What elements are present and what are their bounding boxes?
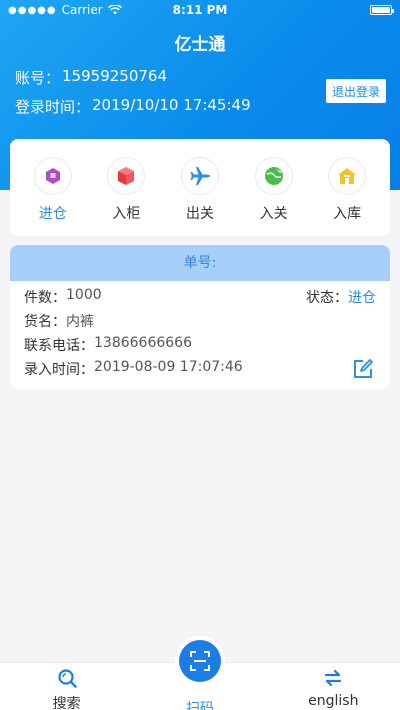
account-value: 15959250764 bbox=[62, 67, 167, 85]
scan-button[interactable] bbox=[179, 640, 221, 682]
login-time-label: 登录时间： bbox=[15, 98, 91, 116]
airplane-icon bbox=[190, 167, 210, 185]
order-goods-row: 货名： 内裤 bbox=[24, 311, 94, 331]
carrier-label: Carrier bbox=[61, 3, 103, 17]
entry-time-label: 录入时间： bbox=[24, 362, 94, 378]
tab-language-label: english bbox=[308, 693, 359, 709]
scan-icon bbox=[190, 651, 210, 671]
goods-label: 货名： bbox=[24, 314, 66, 330]
warehouse-in-icon bbox=[45, 168, 60, 184]
menu-label: 进仓 bbox=[38, 206, 67, 222]
account-line: 账号： 15959250764 bbox=[15, 67, 167, 88]
tab-search[interactable]: 搜索 bbox=[0, 663, 133, 710]
status-value: 进仓 bbox=[348, 290, 376, 306]
count-label: 件数： bbox=[24, 290, 66, 306]
tab-icon-wrap bbox=[57, 668, 77, 688]
order-count-row: 件数： 1000 bbox=[24, 287, 102, 307]
order-status: 状态： 进仓 bbox=[306, 287, 376, 307]
menu-item-export[interactable]: 出关 bbox=[167, 139, 233, 236]
icon-ring bbox=[33, 157, 72, 195]
search-icon bbox=[58, 669, 77, 688]
order-entry-row: 录入时间： 2019-08-09 17:07:46 bbox=[24, 359, 243, 379]
order-number-header: 单号: bbox=[10, 245, 390, 281]
count-value: 1000 bbox=[66, 287, 102, 303]
house-icon bbox=[338, 168, 357, 184]
icon-ring bbox=[180, 157, 219, 195]
order-phone-row: 联系电话： 13866666666 bbox=[24, 335, 192, 355]
menu-label: 入柜 bbox=[112, 206, 141, 222]
status-bar: ●●●●● Carrier 8:11 PM bbox=[0, 0, 400, 20]
order-card[interactable]: 单号: 件数： 1000 状态： 进仓 货名： 内裤 联系电话： 1386666… bbox=[10, 245, 390, 389]
tab-search-label: 搜索 bbox=[52, 696, 81, 710]
phone-value: 13866666666 bbox=[94, 335, 192, 351]
menu-card: 进仓 入柜 出关 入关 入库 bbox=[10, 139, 390, 236]
wifi-icon bbox=[107, 5, 122, 15]
phone-label: 联系电话： bbox=[24, 338, 94, 354]
status-label: 状态： bbox=[306, 290, 348, 306]
logout-button[interactable]: 退出登录 bbox=[325, 79, 386, 103]
swap-icon bbox=[325, 669, 342, 687]
goods-value: 内裤 bbox=[66, 314, 94, 330]
entry-time-value: 2019-08-09 17:07:46 bbox=[94, 359, 243, 375]
menu-item-import[interactable]: 入关 bbox=[241, 139, 307, 236]
menu-item-storage[interactable]: 入库 bbox=[314, 139, 380, 236]
tab-language[interactable]: english bbox=[267, 663, 400, 710]
icon-ring bbox=[107, 157, 146, 195]
signal-icon: ●●●●● bbox=[8, 4, 57, 16]
edit-icon[interactable] bbox=[352, 358, 374, 380]
icon-ring bbox=[254, 157, 293, 195]
icon-ring bbox=[328, 157, 367, 195]
menu-label: 入库 bbox=[333, 206, 362, 222]
menu-label: 入关 bbox=[259, 206, 288, 222]
login-time-value: 2019/10/10 17:45:49 bbox=[92, 96, 251, 114]
menu-item-warehouse-in[interactable]: 进仓 bbox=[20, 139, 86, 236]
tab-scan-label: 扫码 bbox=[185, 701, 214, 710]
menu-label: 出关 bbox=[185, 206, 214, 222]
page-title: 亿士通 bbox=[174, 35, 226, 55]
battery-icon bbox=[370, 5, 394, 15]
globe-plane-icon bbox=[264, 167, 283, 185]
login-time-line: 登录时间： 2019/10/10 17:45:49 bbox=[15, 96, 251, 117]
account-label: 账号： bbox=[15, 69, 61, 87]
tab-icon-wrap bbox=[323, 668, 343, 688]
menu-item-container[interactable]: 入柜 bbox=[93, 139, 159, 236]
box-icon bbox=[118, 167, 135, 185]
